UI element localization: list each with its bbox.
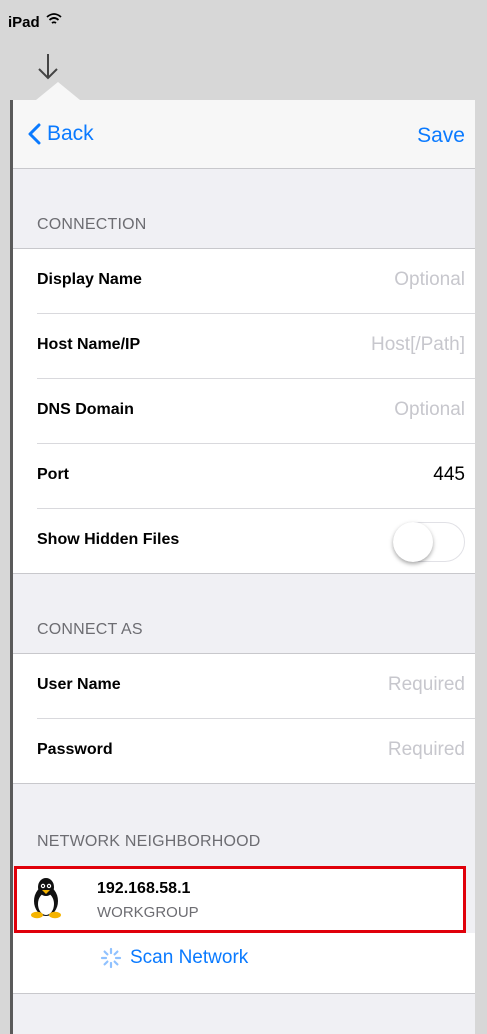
hidden-files-label: Show Hidden Files [37, 531, 180, 548]
connect-as-header: CONNECT AS [37, 621, 143, 638]
popover-arrow [36, 82, 80, 100]
back-button[interactable]: Back [27, 122, 94, 146]
host-ip: 192.168.58.1 [97, 880, 191, 897]
display-name-label: Display Name [37, 271, 142, 288]
dns-label: DNS Domain [37, 401, 134, 418]
host-label: Host Name/IP [37, 336, 141, 353]
hidden-files-row: Show Hidden Files [37, 509, 475, 573]
dns-field[interactable]: Optional [394, 399, 465, 421]
user-name-label: User Name [37, 676, 121, 693]
status-bar: iPad [0, 0, 487, 40]
password-row[interactable]: Password Required [37, 719, 475, 783]
display-name-field[interactable]: Optional [394, 269, 465, 291]
password-label: Password [37, 741, 113, 758]
dns-row[interactable]: DNS Domain Optional [37, 379, 475, 444]
activity-spinner-icon [100, 947, 122, 969]
scan-network-label: Scan Network [130, 947, 249, 968]
port-row[interactable]: Port 445 [37, 444, 475, 509]
network-neighborhood-header: NETWORK NEIGHBORHOOD [37, 833, 261, 850]
connection-group: Display Name Optional Host Name/IP Host[… [13, 248, 475, 574]
connection-header: CONNECTION [37, 216, 147, 233]
user-name-row[interactable]: User Name Required [37, 654, 475, 719]
port-field[interactable]: 445 [433, 464, 465, 486]
chevron-left-icon [28, 123, 41, 145]
save-button[interactable]: Save [417, 124, 465, 148]
host-row[interactable]: Host Name/IP Host[/Path] [37, 314, 475, 379]
connect-as-group: User Name Required Password Required [13, 653, 475, 784]
nav-bar: Back Save [13, 100, 475, 169]
wifi-icon [46, 13, 62, 24]
download-arrow-icon[interactable] [36, 52, 60, 82]
linux-tux-icon [31, 878, 61, 919]
host-workgroup: WORKGROUP [97, 904, 199, 921]
network-host-item[interactable]: 192.168.58.1 WORKGROUP [14, 866, 466, 933]
user-name-field[interactable]: Required [388, 674, 465, 696]
host-field[interactable]: Host[/Path] [371, 334, 465, 356]
scan-network-button[interactable]: Scan Network [100, 947, 248, 969]
hidden-files-toggle[interactable] [393, 522, 465, 562]
password-field[interactable]: Required [388, 739, 465, 761]
back-label: Back [47, 122, 94, 145]
port-label: Port [37, 466, 69, 483]
toggle-knob [393, 522, 433, 562]
carrier-label: iPad [8, 14, 40, 31]
display-name-row[interactable]: Display Name Optional [37, 249, 475, 314]
